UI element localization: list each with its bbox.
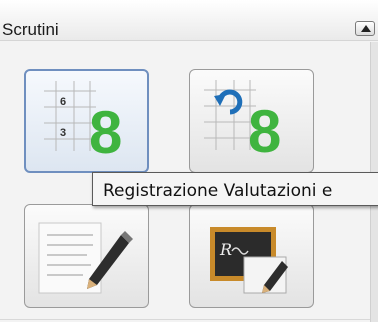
- tooltip: Registrazione Valutazioni e: [92, 172, 378, 206]
- refresh-grade-8-icon: 8: [204, 80, 281, 165]
- scrutini-panel: Scrutini 6 3 8 8 R: [0, 0, 378, 322]
- big-grade-digit: 8: [248, 98, 281, 165]
- panel-header: Scrutini: [0, 0, 378, 41]
- note-giudizi-button[interactable]: [24, 204, 149, 308]
- small-digit-bottom: 3: [60, 127, 66, 139]
- board-text: R: [219, 240, 232, 259]
- lavagna-pagella-button[interactable]: R: [189, 204, 314, 308]
- small-digit-top: 6: [60, 96, 66, 108]
- blackboard-icon: R: [210, 227, 288, 294]
- refresh-icon: [214, 89, 243, 115]
- panel-title: Scrutini: [2, 20, 59, 39]
- collapse-button[interactable]: [355, 21, 375, 36]
- triangle-up-icon: [361, 25, 371, 32]
- grid-grade-8-icon: 6 3 8: [44, 81, 122, 166]
- big-grade-digit: 8: [89, 99, 122, 166]
- registrazione-valutazioni-button[interactable]: 6 3 8: [24, 69, 149, 173]
- aggiorna-valutazioni-button[interactable]: 8: [189, 69, 314, 173]
- document-pencil-icon: [38, 222, 133, 294]
- divider: [0, 319, 370, 320]
